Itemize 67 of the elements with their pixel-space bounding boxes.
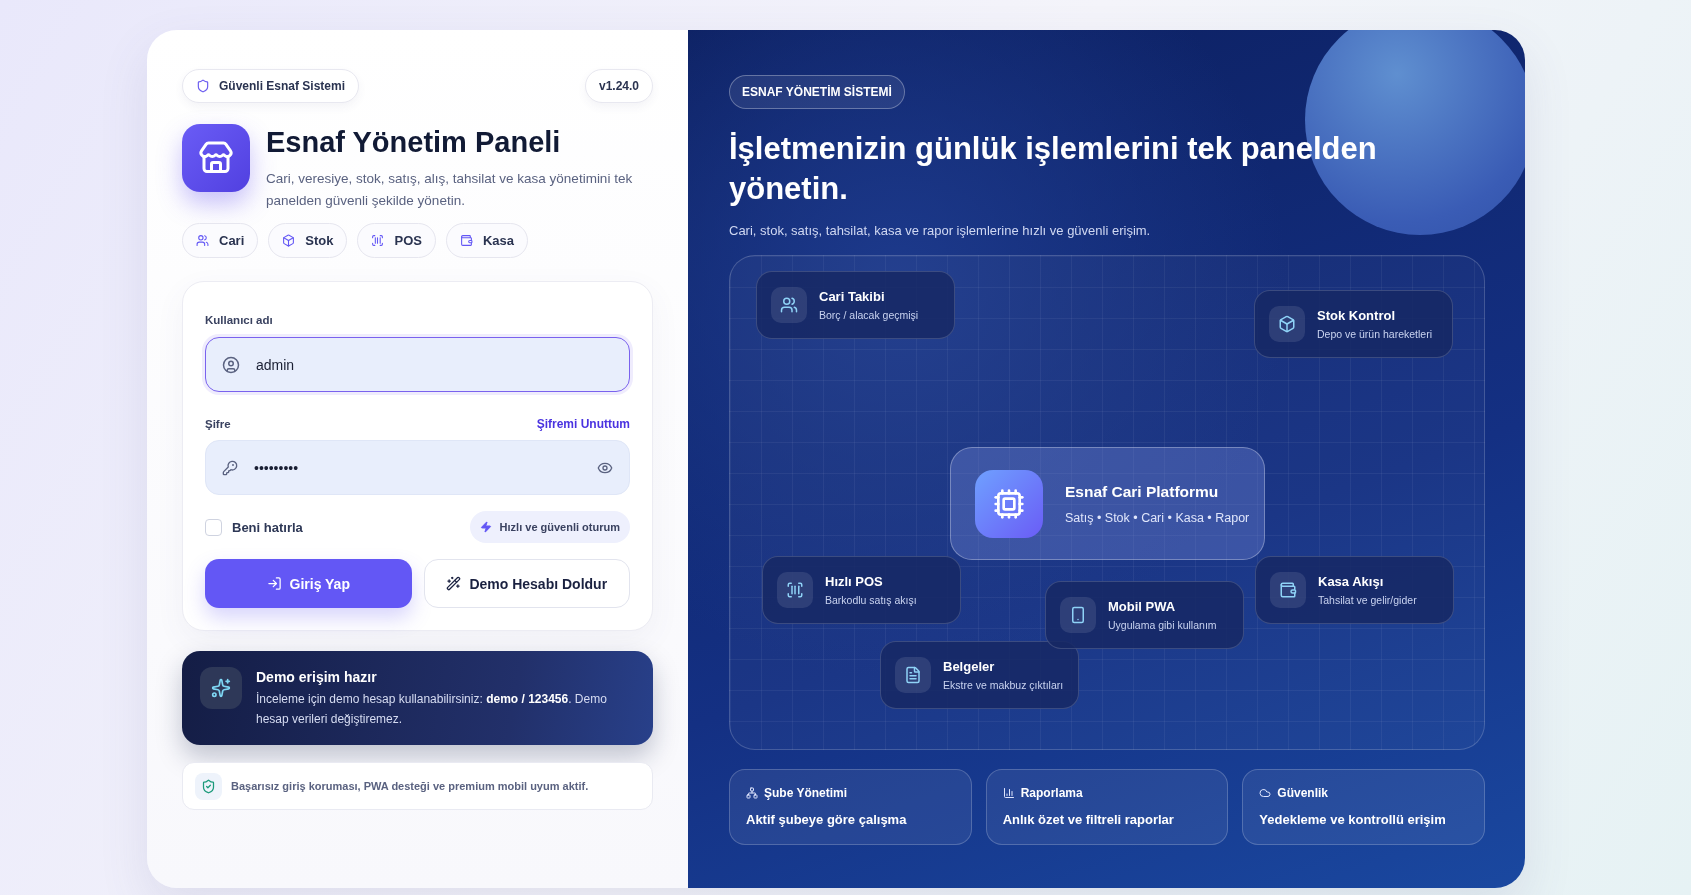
- badge-label: Güvenli Esnaf Sistemi: [219, 79, 346, 93]
- users-icon: [196, 234, 209, 247]
- node-title: Hızlı POS: [825, 574, 884, 589]
- username-field[interactable]: admin: [205, 337, 630, 392]
- wallet-icon: [1279, 581, 1297, 599]
- feature-title: Şube Yönetimi: [764, 786, 848, 800]
- branches-icon: [746, 787, 758, 799]
- field-label: Şifre: [205, 418, 231, 430]
- remember-label: Beni hatırla: [232, 519, 303, 535]
- shield-icon: [201, 778, 216, 794]
- node-title: Cari Takibi: [819, 289, 886, 304]
- hero-subtitle: Cari, stok, satış, tahsilat, kasa ve rapor işlemlerine hızlı ve güvenli erişim.: [729, 223, 1152, 238]
- chip-icon: [993, 487, 1025, 520]
- password-field[interactable]: •••••••••: [205, 440, 630, 495]
- app-title: Esnaf Yönetim Paneli: [266, 126, 562, 159]
- platform-title: Esnaf Cari Platformu: [1065, 482, 1220, 501]
- node-subtitle: Depo ve ürün hareketleri: [1317, 328, 1432, 340]
- barcode-icon: [786, 581, 804, 599]
- cloud-icon: [1259, 787, 1272, 799]
- key-icon: [222, 459, 238, 476]
- shield-icon: [196, 79, 210, 93]
- store-icon: [198, 140, 234, 176]
- feature-title: Güvenlik: [1277, 786, 1328, 800]
- document-icon: [904, 666, 922, 684]
- box-icon: [282, 234, 296, 247]
- user-icon: [222, 355, 240, 374]
- wallet-icon: [459, 234, 473, 247]
- module-label: Cari: [219, 233, 245, 248]
- node-subtitle: Tahsilat ve gelir/gider: [1318, 594, 1417, 606]
- node-title: Kasa Akışı: [1318, 574, 1385, 589]
- phone-icon: [1069, 606, 1087, 624]
- version-badge: v1.24.0: [584, 69, 653, 103]
- box-icon: [1278, 315, 1296, 333]
- node-subtitle: Borç / alacak geçmişi: [819, 309, 919, 321]
- note-text: Başarısız giriş koruması, PWA desteği ve premium mobil uyum aktif.: [231, 780, 589, 792]
- barcode-icon: [371, 234, 385, 247]
- notice-text: İnceleme için demo hesap kullanabilirsiniz: demo / 123456. Demo hesap verileri değiştiremez.: [256, 691, 608, 728]
- app-subtitle: Cari, veresiye, stok, satış, alış, tahsilat ve kasa yönetimini tek panelden güvenli şekilde yönetin.: [266, 170, 634, 210]
- feature-text: Anlık özet ve filtreli raporlar: [1002, 812, 1175, 827]
- eyebrow-badge: ESNAF YÖNETİM SİSTEMİ: [729, 75, 905, 109]
- module-label: POS: [394, 233, 422, 248]
- hero-title: İşletmenizin günlük işlemlerini tek panelden yönetin.: [729, 130, 1378, 208]
- field-label: Kullanıcı adı: [205, 314, 273, 326]
- node-subtitle: Barkodlu satış akışı: [825, 594, 917, 606]
- feature-text: Aktif şubeye göre çalışma: [746, 812, 908, 827]
- wand-icon: [446, 576, 462, 591]
- node-title: Belgeler: [943, 659, 996, 674]
- sparkles-icon: [211, 678, 231, 698]
- feature-text: Yedekleme ve kontrollü erişim: [1259, 812, 1447, 827]
- platform-subtitle: Satış • Stok • Cari • Kasa • Rapor: [1065, 510, 1250, 525]
- module-label: Stok: [305, 233, 334, 248]
- node-title: Stok Kontrol: [1317, 308, 1396, 323]
- forgot-password-link[interactable]: Şifremi Unuttum: [536, 417, 630, 431]
- chart-icon: [1002, 787, 1015, 799]
- login-icon: [266, 576, 282, 591]
- module-label: Kasa: [482, 233, 514, 248]
- login-button[interactable]: Giriş Yap: [205, 559, 412, 608]
- node-subtitle: Ekstre ve makbuz çıktıları: [943, 679, 1064, 691]
- notice-title: Demo erişim hazır: [256, 669, 378, 685]
- demo-fill-button[interactable]: Demo Hesabı Doldur: [423, 559, 630, 608]
- session-label: Hızlı ve güvenli oturum: [499, 521, 620, 533]
- remember-checkbox[interactable]: [205, 518, 222, 536]
- users-icon: [780, 296, 798, 314]
- node-title: Mobil PWA: [1108, 599, 1177, 614]
- node-subtitle: Uygulama gibi kullanım: [1108, 619, 1217, 631]
- lightning-icon: [479, 521, 492, 533]
- feature-title: Raporlama: [1020, 786, 1083, 800]
